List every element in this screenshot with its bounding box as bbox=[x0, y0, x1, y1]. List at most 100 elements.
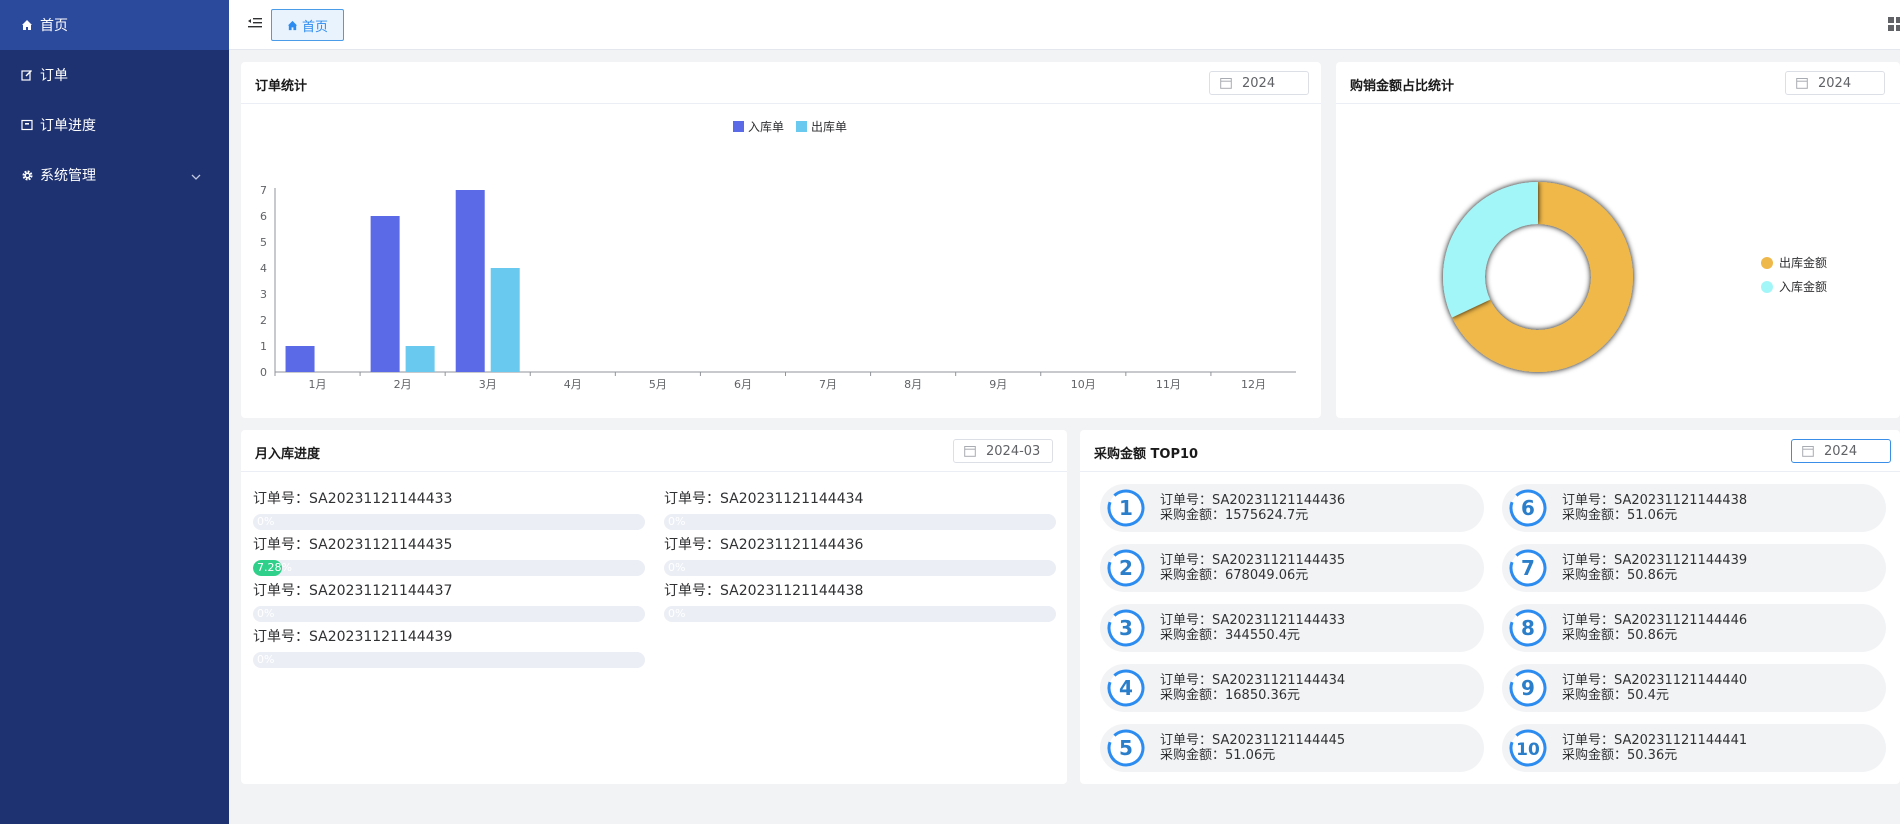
legend-label: 出库金额 bbox=[1779, 255, 1827, 270]
y-tick-label: 0 bbox=[260, 366, 267, 379]
rank-item[interactable]: 5 订单号：SA20231121144445 采购金额：51.06元 bbox=[1100, 724, 1484, 772]
rank-text: 订单号：SA20231121144438 采购金额：51.06元 bbox=[1562, 493, 1747, 523]
rank-item[interactable]: 8 订单号：SA20231121144446 采购金额：50.86元 bbox=[1502, 604, 1886, 652]
rank-item[interactable]: 7 订单号：SA20231121144439 采购金额：50.86元 bbox=[1502, 544, 1886, 592]
year-picker[interactable]: 2024 bbox=[1791, 439, 1891, 463]
x-tick-label: 12月 bbox=[1241, 378, 1266, 391]
sidebar: 首页 订单 订单进度 系统管理 bbox=[0, 0, 229, 824]
rank-badge-icon: 10 bbox=[1509, 729, 1547, 767]
rank-amount: 采购金额：678049.06元 bbox=[1160, 568, 1309, 583]
progress-item: 订单号：SA20231121144434 0% bbox=[664, 488, 1056, 530]
rank-number: 1 bbox=[1119, 496, 1133, 520]
year-picker[interactable]: 2024 bbox=[1209, 71, 1309, 95]
ratio-donut-chart: 出库金额入库金额 bbox=[1443, 182, 1827, 373]
rank-badge-icon: 8 bbox=[1509, 609, 1547, 647]
rank-order-number: 订单号：SA20231121144436 bbox=[1160, 493, 1346, 508]
rank-item[interactable]: 9 订单号：SA20231121144440 采购金额：50.4元 bbox=[1502, 664, 1886, 712]
rank-text: 订单号：SA20231121144434 采购金额：16850.36元 bbox=[1160, 673, 1345, 703]
rank-badge-icon: 6 bbox=[1509, 489, 1547, 527]
donut-slice-2[interactable] bbox=[1443, 182, 1538, 318]
rank-order-number: 订单号：SA20231121144435 bbox=[1160, 553, 1346, 568]
rank-amount: 采购金额：1575624.7元 bbox=[1160, 508, 1309, 523]
bar-in-2[interactable] bbox=[370, 216, 400, 372]
grid-apps-icon[interactable] bbox=[1888, 16, 1900, 35]
rank-number: 7 bbox=[1521, 556, 1535, 580]
rank-item[interactable]: 4 订单号：SA20231121144434 采购金额：16850.36元 bbox=[1100, 664, 1484, 712]
pie-legend: 出库金额入库金额 bbox=[1761, 255, 1827, 294]
rank-item[interactable]: 1 订单号：SA20231121144436 采购金额：1575624.7元 bbox=[1100, 484, 1484, 532]
x-tick-label: 3月 bbox=[479, 378, 497, 391]
rank-badge-icon: 3 bbox=[1107, 609, 1145, 647]
rank-item[interactable]: 3 订单号：SA20231121144433 采购金额：344550.4元 bbox=[1100, 604, 1484, 652]
progress-order-label: 订单号：SA20231121144437 bbox=[253, 583, 453, 599]
rank-badge-icon: 1 bbox=[1107, 489, 1145, 527]
progress-order-label: 订单号：SA20231121144435 bbox=[253, 537, 453, 553]
rank-amount: 采购金额：51.06元 bbox=[1160, 748, 1276, 763]
sidebar-item-orders[interactable]: 订单 bbox=[0, 50, 229, 100]
x-tick-label: 4月 bbox=[564, 378, 582, 391]
rank-text: 订单号：SA20231121144446 采购金额：50.86元 bbox=[1562, 613, 1747, 643]
y-tick-label: 5 bbox=[260, 236, 267, 249]
y-tick-label: 6 bbox=[260, 210, 267, 223]
x-tick-label: 5月 bbox=[649, 378, 667, 391]
rank-amount: 采购金额：50.86元 bbox=[1562, 628, 1678, 643]
progress-item: 订单号：SA20231121144438 0% bbox=[664, 580, 1056, 622]
tab-home[interactable]: 首页 bbox=[271, 9, 344, 41]
sidebar-item-label: 订单进度 bbox=[40, 118, 96, 134]
year-picker[interactable]: 2024 bbox=[1785, 71, 1885, 95]
month-progress-card: 月入库进度 2024-03 订单号：SA20231121144433 0% 订单号：… bbox=[241, 430, 1067, 784]
progress-bar: 0% bbox=[253, 514, 645, 530]
rank-item[interactable]: 2 订单号：SA20231121144435 采购金额：678049.06元 bbox=[1100, 544, 1484, 592]
home-icon bbox=[20, 18, 34, 32]
x-tick-label: 6月 bbox=[734, 378, 752, 391]
year-value: 2024 bbox=[1242, 75, 1276, 91]
rank-text: 订单号：SA20231121144435 采购金额：678049.06元 bbox=[1160, 553, 1345, 583]
sidebar-item-system[interactable]: 系统管理 bbox=[0, 150, 229, 200]
progress-percent: 0% bbox=[668, 561, 686, 574]
rank-amount: 采购金额：50.4元 bbox=[1562, 688, 1669, 703]
rank-order-number: 订单号：SA20231121144438 bbox=[1562, 493, 1748, 508]
bar-in-1[interactable] bbox=[285, 346, 315, 372]
rank-order-number: 订单号：SA20231121144440 bbox=[1562, 673, 1748, 688]
progress-icon bbox=[20, 118, 34, 132]
x-tick-label: 8月 bbox=[904, 378, 922, 391]
rank-number: 2 bbox=[1119, 556, 1133, 580]
progress-percent: 0% bbox=[668, 515, 686, 528]
rank-item[interactable]: 6 订单号：SA20231121144438 采购金额：51.06元 bbox=[1502, 484, 1886, 532]
year-value: 2024 bbox=[1818, 75, 1852, 91]
rank-text: 订单号：SA20231121144440 采购金额：50.4元 bbox=[1562, 673, 1747, 703]
progress-item: 订单号：SA20231121144436 0% bbox=[664, 534, 1056, 576]
month-picker[interactable]: 2024-03 bbox=[953, 439, 1053, 463]
sidebar-item-home[interactable]: 首页 bbox=[0, 0, 229, 50]
bar-out-2[interactable] bbox=[405, 346, 435, 372]
card-title: 采购金额 TOP10 bbox=[1094, 447, 1199, 462]
chevron-down-icon bbox=[191, 169, 201, 185]
year-value: 2024 bbox=[1824, 443, 1858, 459]
bar-out-3[interactable] bbox=[490, 268, 520, 372]
bar-in-3[interactable] bbox=[455, 190, 485, 372]
rank-badge-icon: 2 bbox=[1107, 549, 1145, 587]
card-header: 订单统计 2024 bbox=[241, 62, 1321, 104]
rank-order-number: 订单号：SA20231121144439 bbox=[1562, 553, 1748, 568]
progress-bar: 0% bbox=[664, 514, 1056, 530]
calendar-icon bbox=[1220, 77, 1232, 89]
rank-order-number: 订单号：SA20231121144445 bbox=[1160, 733, 1346, 748]
progress-item: 订单号：SA20231121144439 0% bbox=[253, 626, 645, 668]
collapse-menu-icon[interactable] bbox=[247, 16, 265, 34]
progress-bar: 0% bbox=[664, 606, 1056, 622]
gear-icon bbox=[20, 168, 34, 182]
card-title: 购销金额占比统计 bbox=[1350, 79, 1455, 94]
legend-label: 入库金额 bbox=[1779, 279, 1827, 294]
progress-bar: 0% bbox=[253, 606, 645, 622]
rank-item[interactable]: 10 订单号：SA20231121144441 采购金额：50.36元 bbox=[1502, 724, 1886, 772]
legend-swatch bbox=[733, 121, 744, 132]
order-bar-chart: 入库单 出库单 0 1 2 3 4 5 6 7 1月 2月 3月 4月 5月 6月 7月 8月 9月 10月 11月 12… bbox=[260, 119, 1296, 391]
card-header: 购销金额占比统计 2024 bbox=[1336, 62, 1900, 104]
progress-order-label: 订单号：SA20231121144439 bbox=[253, 629, 453, 645]
sidebar-item-order-progress[interactable]: 订单进度 bbox=[0, 100, 229, 150]
progress-percent: 0% bbox=[668, 607, 686, 620]
x-tick-label: 11月 bbox=[1156, 378, 1181, 391]
ratio-stats-card: 购销金额占比统计 2024 出库金额入库金额 bbox=[1336, 62, 1900, 418]
rank-text: 订单号：SA20231121144439 采购金额：50.86元 bbox=[1562, 553, 1747, 583]
tab-home-label: 首页 bbox=[301, 19, 328, 35]
